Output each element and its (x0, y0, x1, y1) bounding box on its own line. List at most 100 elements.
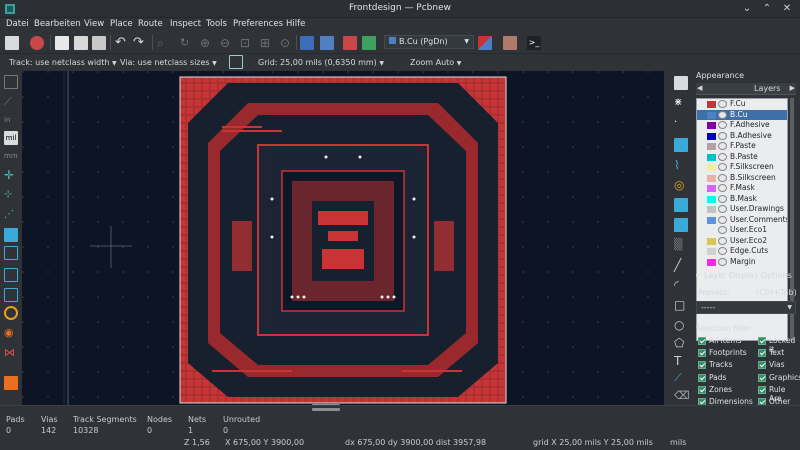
menu-datei[interactable]: Datei (6, 19, 29, 29)
pcb-canvas[interactable] (22, 71, 664, 405)
eye-icon[interactable] (718, 110, 727, 119)
menu-route[interactable]: Route (138, 19, 163, 29)
layer-row[interactable]: B.Cu (697, 109, 787, 120)
layer-select[interactable]: B.Cu (PgDn) ▼ (384, 35, 474, 49)
board-setup-icon[interactable] (30, 36, 44, 50)
print-icon[interactable] (74, 36, 88, 50)
eye-icon[interactable] (718, 173, 727, 182)
layer-row[interactable]: User.Eco2 (697, 236, 787, 247)
zoom-selection-icon[interactable]: ⊙ (280, 36, 294, 50)
zone-fill-icon[interactable] (4, 228, 18, 242)
add-via-icon[interactable]: ◎ (674, 178, 688, 192)
cursor-shape-icon[interactable]: ✛ (4, 168, 18, 182)
zoom-select[interactable]: Zoom Auto ▼ (410, 56, 461, 70)
route-track-icon[interactable]: ⌇ (674, 158, 688, 172)
layer-color-swatch[interactable] (707, 258, 716, 266)
polar-coords-icon[interactable]: ⊹ (4, 188, 18, 202)
eye-icon[interactable] (718, 100, 727, 108)
layer-color-swatch[interactable] (707, 101, 716, 108)
layer-row[interactable]: B.Mask (697, 194, 787, 205)
drc-icon[interactable] (343, 36, 357, 50)
layer-row[interactable]: F.Adhesive (697, 120, 787, 131)
ratsnest-toggle-icon[interactable]: ⋰ (4, 208, 18, 222)
add-zone-icon[interactable] (674, 198, 688, 212)
draw-line-icon[interactable]: ╱ (674, 258, 688, 272)
zoom-in-icon[interactable]: ⊕ (200, 36, 214, 50)
console-icon[interactable]: >_ (527, 36, 541, 50)
eye-icon[interactable] (718, 142, 727, 150)
layer-row[interactable]: B.Adhesive (697, 131, 787, 142)
eye-icon[interactable] (718, 205, 727, 213)
menu-inspect[interactable]: Inspect (170, 19, 201, 29)
layer-row[interactable]: B.Paste (697, 152, 787, 163)
menu-place[interactable]: Place (110, 19, 133, 29)
layer-row[interactable]: Edge.Cuts (697, 246, 787, 257)
select-icon[interactable] (674, 76, 688, 90)
scripting-icon[interactable] (503, 36, 517, 50)
layer-color-swatch[interactable] (707, 195, 716, 203)
layer-row[interactable]: User.Drawings (697, 204, 787, 215)
layer-color-swatch[interactable] (707, 143, 716, 150)
units-inch-icon[interactable]: in (4, 113, 18, 127)
eye-icon[interactable] (718, 226, 727, 234)
units-mm-icon[interactable]: mm (4, 149, 18, 163)
eye-icon[interactable] (718, 152, 727, 161)
track-sketch-icon[interactable] (4, 306, 18, 320)
minimize-button[interactable]: ⌄ (740, 2, 754, 16)
footprint-editor-icon[interactable] (300, 36, 314, 50)
net-highlight-icon[interactable]: ⋈ (4, 346, 18, 360)
filter-checkbox[interactable] (698, 337, 706, 345)
eye-icon[interactable] (718, 194, 727, 203)
menu-preferences[interactable]: Preferences (233, 19, 283, 29)
filter-checkbox[interactable] (698, 361, 706, 370)
refresh-icon[interactable]: ↻ (180, 36, 194, 50)
local-ratsnest-icon[interactable]: · (674, 116, 688, 130)
layer-color-swatch[interactable] (707, 227, 716, 234)
menu-view[interactable]: View (84, 19, 104, 29)
menu-hilfe[interactable]: Hilfe (286, 19, 305, 29)
layer-row[interactable]: User.Eco1 (697, 225, 787, 236)
layer-display-options[interactable]: ▸ Layer Display Options (696, 271, 792, 280)
add-text-icon[interactable]: T (674, 354, 688, 368)
draw-circle-icon[interactable]: ○ (674, 318, 688, 332)
layer-color-swatch[interactable] (707, 122, 716, 129)
zoom-objects-icon[interactable]: ⊞ (260, 36, 274, 50)
tab-layers[interactable]: Layers (754, 84, 780, 93)
via-sketch-icon[interactable] (4, 288, 18, 302)
layer-color-swatch[interactable] (707, 132, 716, 140)
highlight-net-icon[interactable]: ⋇ (674, 96, 688, 110)
layer-color-swatch[interactable] (707, 153, 716, 161)
track-width-select[interactable]: Track: use netclass width ▼ (9, 56, 117, 70)
layer-row[interactable]: F.Silkscreen (697, 162, 787, 173)
layer-color-swatch[interactable] (707, 206, 716, 213)
undo-icon[interactable]: ↶ (115, 36, 129, 50)
draw-rectangle-icon[interactable]: □ (674, 298, 688, 312)
layer-pair-icon[interactable] (478, 36, 492, 50)
maximize-button[interactable]: ⌃ (760, 2, 774, 16)
draw-arc-icon[interactable]: ◜ (674, 278, 688, 292)
via-size-select[interactable]: Via: use netclass sizes ▼ (120, 56, 217, 70)
filter-checkbox[interactable] (758, 385, 766, 394)
menu-tools[interactable]: Tools (206, 19, 227, 29)
filter-checkbox[interactable] (758, 337, 766, 345)
add-pattern-icon[interactable]: ▒ (674, 238, 688, 252)
high-contrast-icon[interactable]: ◉ (4, 326, 18, 340)
filter-checkbox[interactable] (758, 349, 766, 358)
eye-icon[interactable] (718, 247, 727, 255)
update-pcb-icon[interactable] (362, 36, 376, 50)
eye-icon[interactable] (718, 163, 727, 171)
zoom-out-icon[interactable]: ⊖ (220, 36, 234, 50)
delete-icon[interactable]: ⌫ (674, 389, 690, 403)
eye-icon[interactable] (718, 184, 727, 192)
footprint-browser-icon[interactable] (320, 36, 334, 50)
pad-sketch-icon[interactable] (4, 268, 18, 282)
filter-checkbox[interactable] (758, 361, 766, 370)
zoom-fit-icon[interactable]: ⊡ (240, 36, 254, 50)
zone-outline-icon[interactable] (4, 246, 18, 260)
layer-color-swatch[interactable] (707, 174, 716, 182)
layer-color-swatch[interactable] (707, 111, 716, 119)
layer-row[interactable]: F.Cu (697, 99, 787, 110)
filter-checkbox[interactable] (698, 373, 706, 382)
add-footprint-icon[interactable] (674, 138, 688, 152)
layer-row[interactable]: Margin (697, 257, 787, 268)
